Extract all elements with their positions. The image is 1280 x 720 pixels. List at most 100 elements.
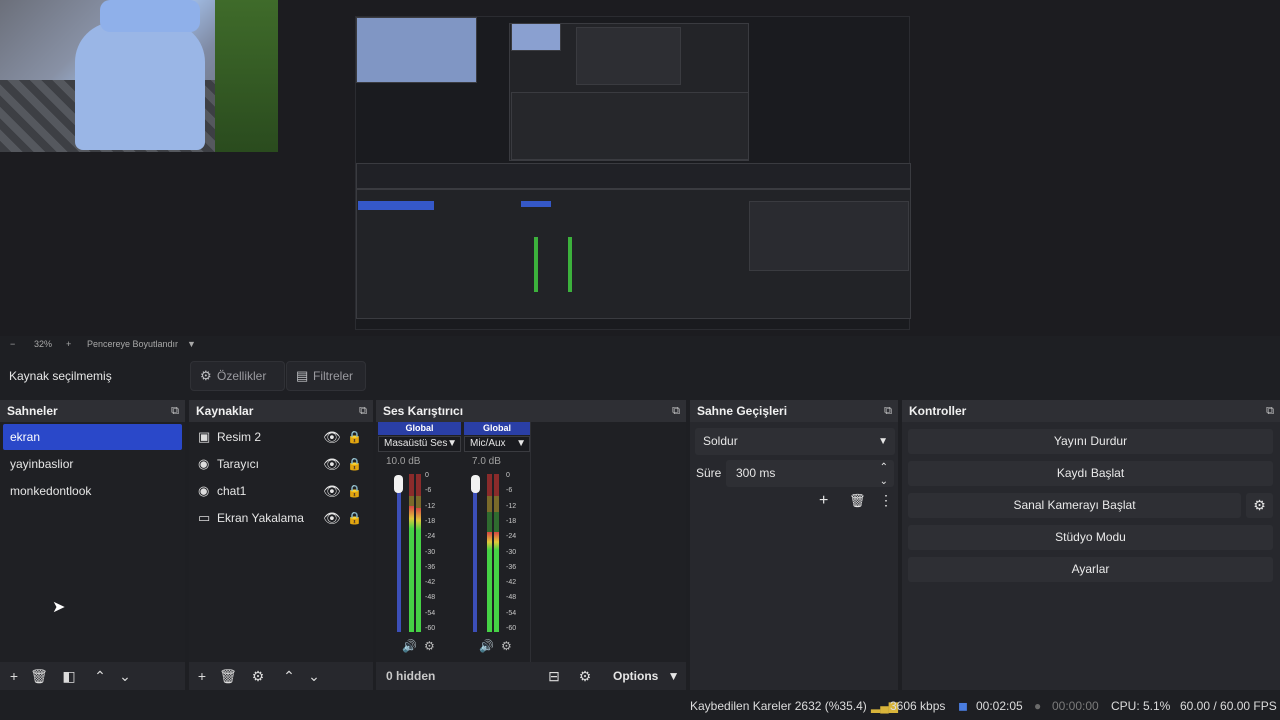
- volume-slider-handle[interactable]: [471, 475, 480, 493]
- move-up-button[interactable]: ⌃: [90, 667, 110, 685]
- channel-settings-icon[interactable]: ⚙: [424, 639, 435, 653]
- fit-to-window-label[interactable]: Pencereye Boyutlandır: [87, 339, 178, 349]
- undock-icon[interactable]: ⧉: [171, 400, 179, 422]
- fps: 60.00 / 60.00 FPS: [1180, 699, 1277, 713]
- meter-tick-label: -24: [506, 533, 517, 541]
- settings-button[interactable]: Ayarlar: [908, 557, 1273, 582]
- options-button[interactable]: Options ▼: [613, 669, 680, 683]
- level-meter-left-fill: [487, 532, 492, 632]
- scene-item[interactable]: monkedontlook: [3, 478, 182, 504]
- cpu-usage: CPU: 5.1%: [1111, 699, 1171, 713]
- move-up-button[interactable]: ⌃: [279, 667, 299, 685]
- start-virtual-camera-button[interactable]: Sanal Kamerayı Başlat: [908, 493, 1241, 518]
- meter-tick-label: -24: [425, 533, 436, 541]
- stream-icon: ◼: [958, 699, 968, 713]
- undock-icon[interactable]: ⧉: [884, 400, 892, 422]
- remove-source-button[interactable]: 🗑: [218, 667, 238, 685]
- virtual-camera-settings-icon[interactable]: ⚙: [1246, 493, 1273, 518]
- zoom-out-icon[interactable]: −: [10, 339, 15, 349]
- channel-name-select[interactable]: Masaüstü Ses ▼: [378, 436, 461, 452]
- sources-toolbar: + 🗑 ⚙ ⌃ ⌄: [189, 662, 373, 690]
- meter-tick-label: -18: [425, 517, 436, 525]
- lock-icon[interactable]: 🔒: [347, 451, 362, 477]
- meter-tick-label: -42: [425, 579, 436, 587]
- dropped-frames: Kaybedilen Kareler 2632 (%35.4): [690, 699, 867, 713]
- recording-time: 00:00:00: [1052, 699, 1099, 713]
- properties-button[interactable]: ⚙ Özellikler: [190, 361, 285, 391]
- controls-title: Kontroller ⧉: [902, 400, 1280, 422]
- move-down-button[interactable]: ⌄: [115, 667, 135, 685]
- audio-mixer-dock: Ses Karıştırıcı ⧉ Global Masaüstü Ses ▼ …: [376, 400, 686, 690]
- advanced-audio-icon[interactable]: ⚙: [575, 667, 595, 685]
- stop-stream-button[interactable]: Yayını Durdur: [908, 429, 1273, 454]
- more-options-icon[interactable]: ⋮: [879, 492, 893, 509]
- meter-tick-label: -60: [506, 625, 517, 632]
- duration-spinbox[interactable]: 300 ms ⌃ ⌄: [726, 460, 894, 487]
- volume-slider-track[interactable]: [473, 480, 477, 632]
- speaker-icon[interactable]: 🔊: [402, 639, 417, 653]
- meter-tick-label: -18: [506, 517, 517, 525]
- hidden-count[interactable]: 0 hidden: [386, 669, 435, 683]
- meter-tick-label: -54: [506, 609, 517, 617]
- speaker-icon[interactable]: 🔊: [479, 639, 494, 653]
- move-down-button[interactable]: ⌄: [304, 667, 324, 685]
- volume-slider-handle[interactable]: [394, 475, 403, 493]
- remove-transition-button[interactable]: 🗑: [849, 493, 866, 509]
- preview-area[interactable]: [0, 0, 1280, 336]
- mixer-title: Ses Karıştırıcı ⧉: [376, 400, 686, 422]
- scenes-toolbar: + 🗑 ◧ ⌃ ⌄: [0, 662, 185, 690]
- studio-mode-button[interactable]: Stüdyo Modu: [908, 525, 1273, 550]
- transition-select[interactable]: Soldur ▼: [695, 428, 895, 455]
- undock-icon[interactable]: ⧉: [1266, 400, 1274, 422]
- zoom-in-icon[interactable]: +: [66, 339, 71, 349]
- add-transition-button[interactable]: +: [819, 492, 828, 510]
- chevron-down-icon: ▼: [878, 436, 888, 447]
- context-bar: Kaynak seçilmemiş ⚙ Özellikler ▤ Filtrel…: [0, 356, 1280, 396]
- visibility-eye-icon[interactable]: 👁: [323, 451, 341, 477]
- channel-name-select[interactable]: Mic/Aux ▼: [464, 436, 530, 452]
- add-source-button[interactable]: +: [192, 667, 212, 685]
- source-item[interactable]: ▣ Resim 2 👁 🔒: [189, 424, 373, 450]
- monitor-icon: ▭: [198, 510, 211, 525]
- globe-icon: ◉: [198, 456, 210, 471]
- add-scene-button[interactable]: +: [4, 667, 24, 685]
- channel-db-value: 10.0 dB: [386, 456, 421, 467]
- sources-dock: Kaynaklar ⧉ ▣ Resim 2 👁 🔒 ◉ Tarayıcı 👁 🔒…: [189, 400, 373, 690]
- remove-scene-button[interactable]: 🗑: [29, 667, 49, 685]
- meter-tick-label: -48: [425, 594, 436, 602]
- visibility-eye-icon[interactable]: 👁: [323, 478, 341, 504]
- channel-global-label: Global: [378, 422, 461, 435]
- scene-filters-button[interactable]: ◧: [59, 667, 79, 685]
- visibility-eye-icon[interactable]: 👁: [323, 505, 341, 531]
- filters-button[interactable]: ▤ Filtreler: [286, 361, 366, 391]
- meter-tick-label: -30: [506, 548, 517, 556]
- visibility-eye-icon[interactable]: 👁: [323, 424, 341, 450]
- lock-icon[interactable]: 🔒: [347, 478, 362, 504]
- filters-label: Filtreler: [313, 369, 354, 383]
- source-item[interactable]: ◉ Tarayıcı 👁 🔒: [189, 451, 373, 477]
- status-bar: Kaybedilen Kareler 2632 (%35.4) ▂▄▆ 3606…: [0, 692, 1280, 720]
- scenes-dock: Sahneler ⧉ ekran yayinbaslior monkedontl…: [0, 400, 185, 690]
- scene-item[interactable]: ekran: [3, 424, 182, 450]
- source-item[interactable]: ▭ Ekran Yakalama 👁 🔒: [189, 505, 373, 531]
- transitions-title: Sahne Geçişleri ⧉: [690, 400, 898, 422]
- lock-icon[interactable]: 🔒: [347, 505, 362, 531]
- recording-icon: ●: [1034, 699, 1042, 713]
- chevron-down-icon[interactable]: ▼: [187, 339, 196, 349]
- zoom-level: 32%: [34, 339, 53, 349]
- source-item[interactable]: ◉ chat1 👁 🔒: [189, 478, 373, 504]
- zoom-bar: − 32% + Pencereye Boyutlandır ▼: [0, 336, 1280, 352]
- start-recording-button[interactable]: Kaydı Başlat: [908, 461, 1273, 486]
- undock-icon[interactable]: ⧉: [359, 400, 367, 422]
- chevron-down-icon[interactable]: ⌄: [880, 468, 888, 495]
- scene-item[interactable]: yayinbaslior: [3, 451, 182, 477]
- layout-icon[interactable]: ⊟: [544, 667, 564, 685]
- undock-icon[interactable]: ⧉: [672, 400, 680, 422]
- meter-tick-label: -54: [425, 609, 436, 617]
- source-properties-button[interactable]: ⚙: [248, 667, 268, 685]
- scenes-title: Sahneler ⧉: [0, 400, 185, 422]
- channel-db-value: 7.0 dB: [472, 456, 501, 467]
- channel-settings-icon[interactable]: ⚙: [501, 639, 512, 653]
- lock-icon[interactable]: 🔒: [347, 424, 362, 450]
- volume-slider-track[interactable]: [397, 480, 401, 632]
